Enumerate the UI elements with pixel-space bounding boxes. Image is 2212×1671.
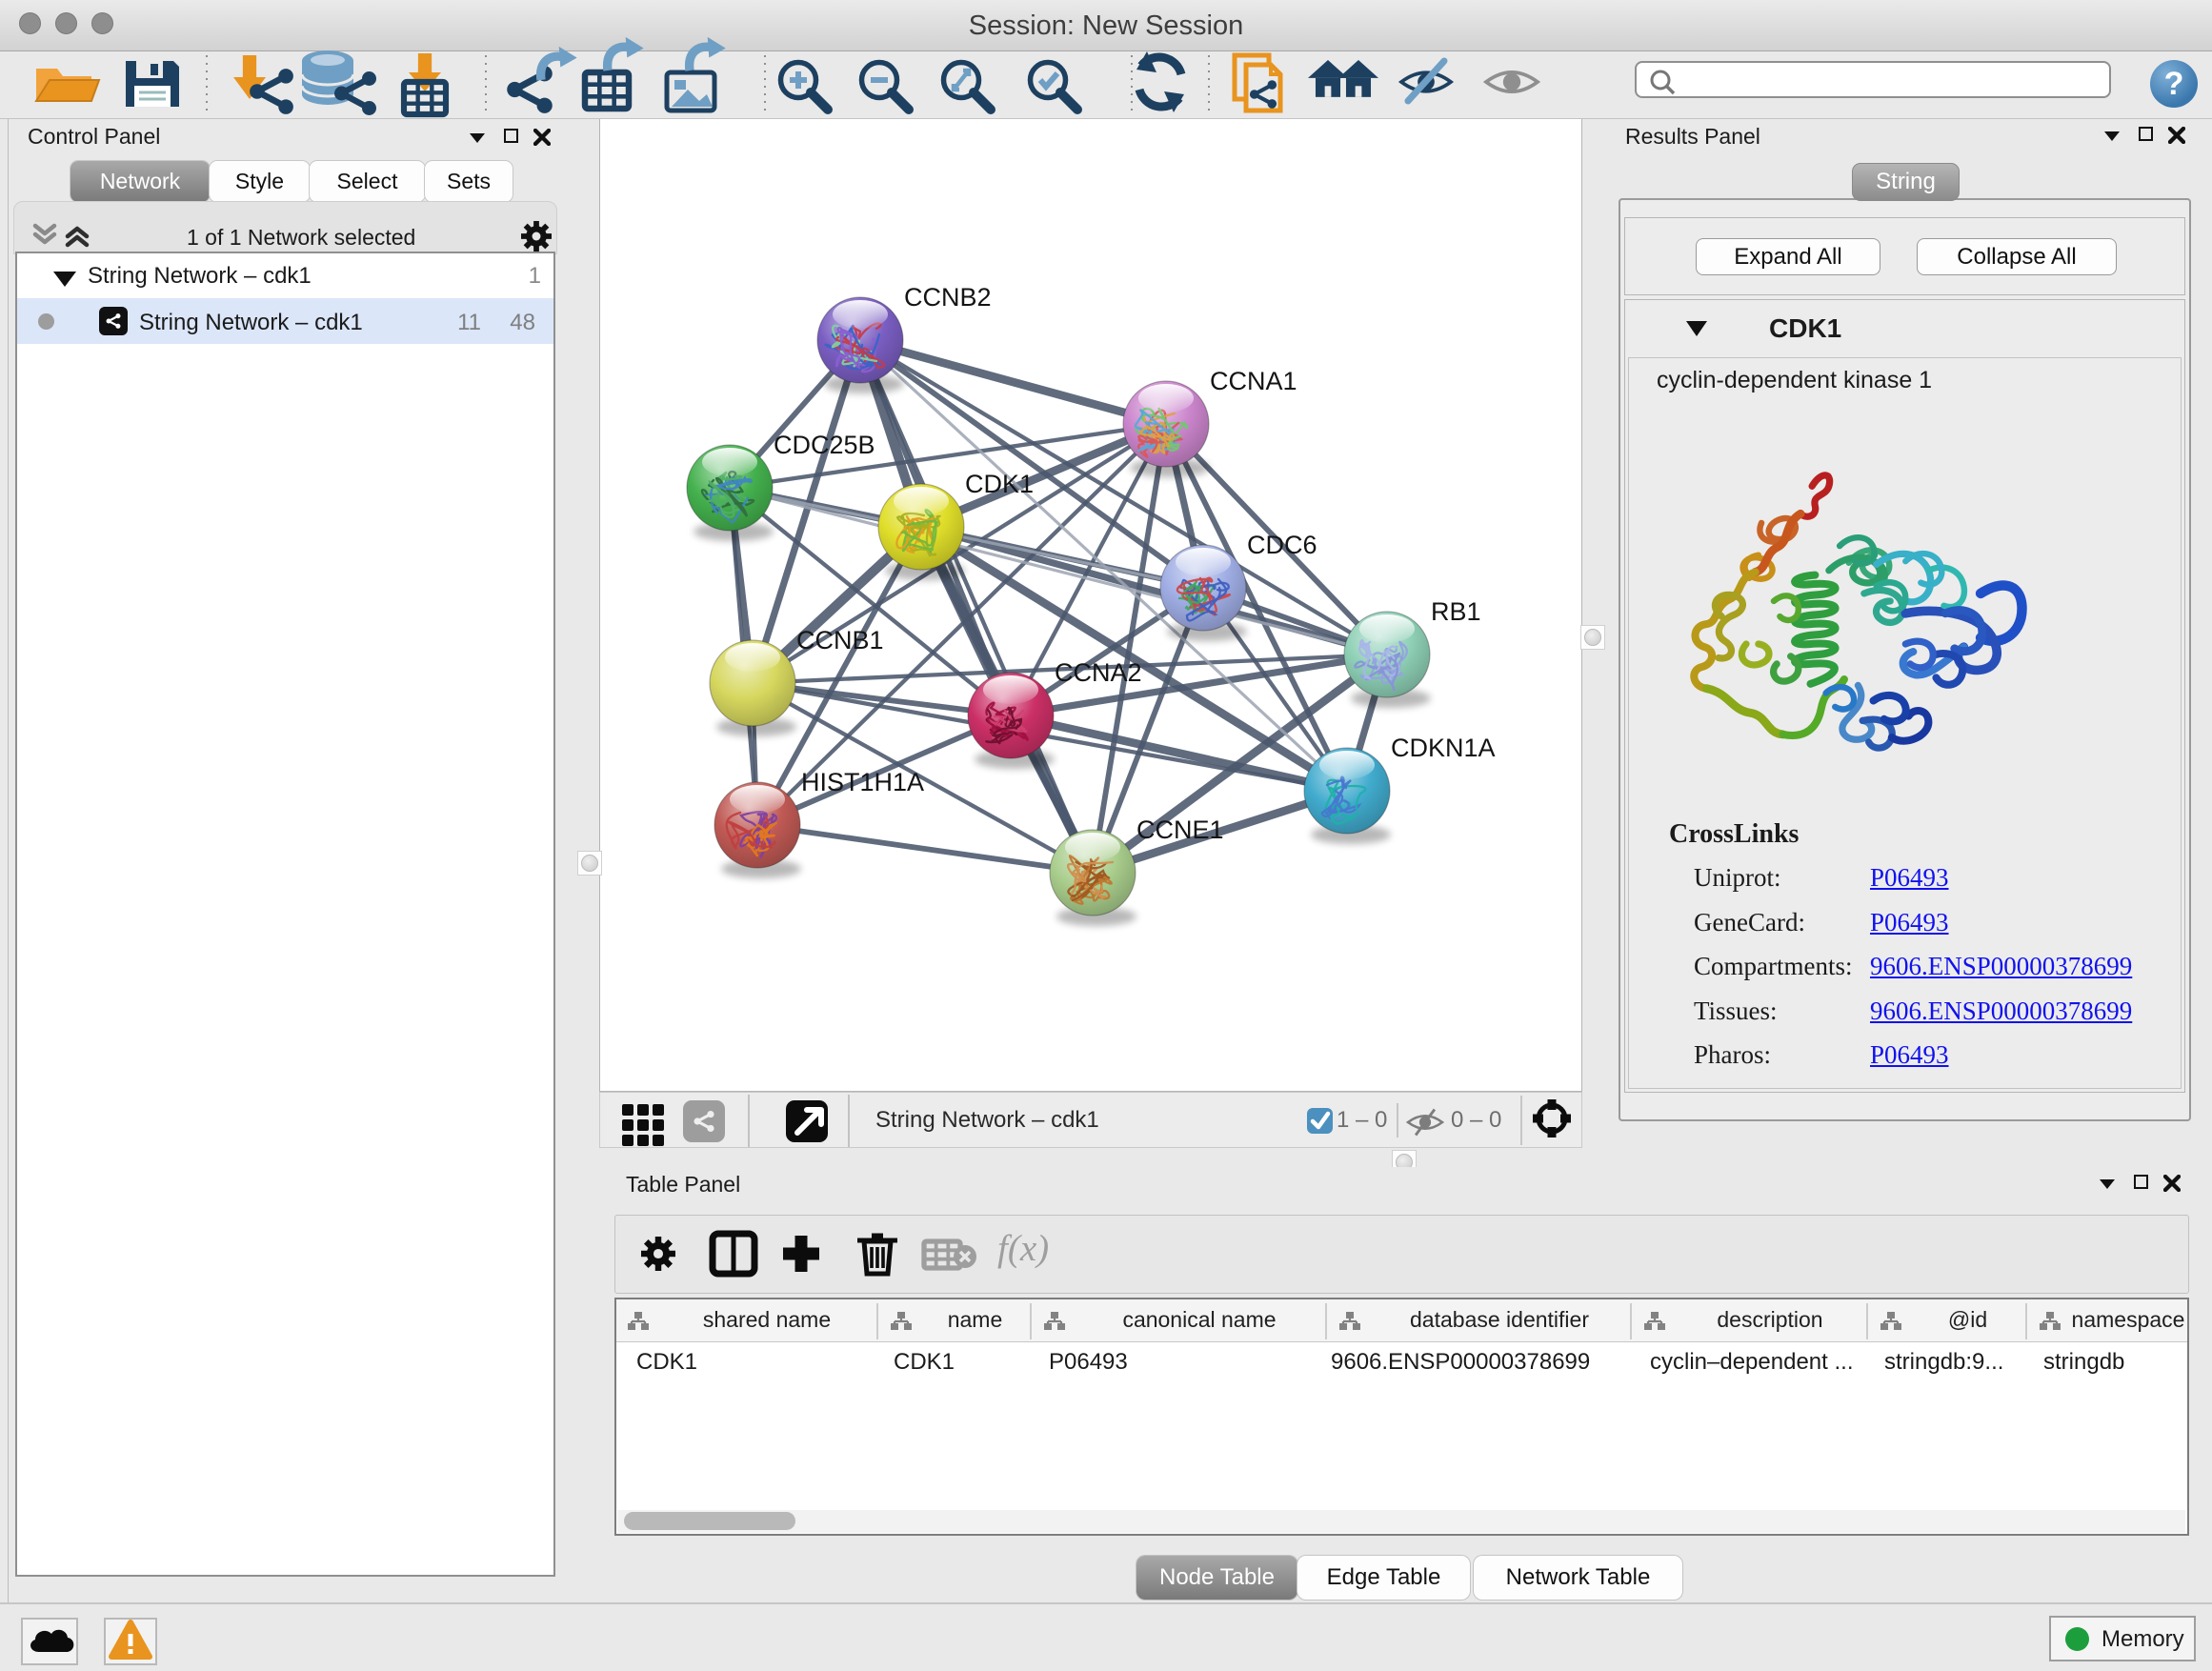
svg-text:RB1: RB1 bbox=[1431, 597, 1481, 626]
svg-text:CDK1: CDK1 bbox=[965, 470, 1034, 498]
svg-text:CCNA1: CCNA1 bbox=[1210, 367, 1297, 395]
svg-text:CDC6: CDC6 bbox=[1247, 531, 1317, 559]
svg-text:CCNB1: CCNB1 bbox=[796, 626, 884, 654]
svg-text:CCNE1: CCNE1 bbox=[1136, 815, 1224, 844]
svg-text:HIST1H1A: HIST1H1A bbox=[801, 768, 924, 796]
svg-text:CCNB2: CCNB2 bbox=[904, 283, 992, 312]
svg-text:CDC25B: CDC25B bbox=[774, 431, 875, 459]
svg-text:CDKN1A: CDKN1A bbox=[1391, 734, 1496, 762]
svg-text:CCNA2: CCNA2 bbox=[1055, 658, 1142, 687]
